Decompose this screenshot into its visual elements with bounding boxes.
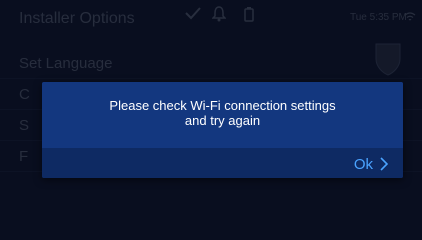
dialog-body: Please check Wi-Fi connection settings a… (42, 82, 403, 148)
ok-button-label: Ok (353, 155, 373, 173)
ok-button[interactable]: Ok (354, 154, 389, 174)
dialog-message-line2: and try again (184, 113, 261, 128)
dialog-message-line1: Please check Wi-Fi connection settings (109, 98, 336, 113)
dialog-footer: Ok (42, 148, 403, 178)
chevron-right-icon (380, 157, 389, 171)
wifi-error-dialog: Please check Wi-Fi connection settings a… (42, 82, 403, 178)
dialog-message: Please check Wi-Fi connection settings a… (42, 98, 403, 128)
